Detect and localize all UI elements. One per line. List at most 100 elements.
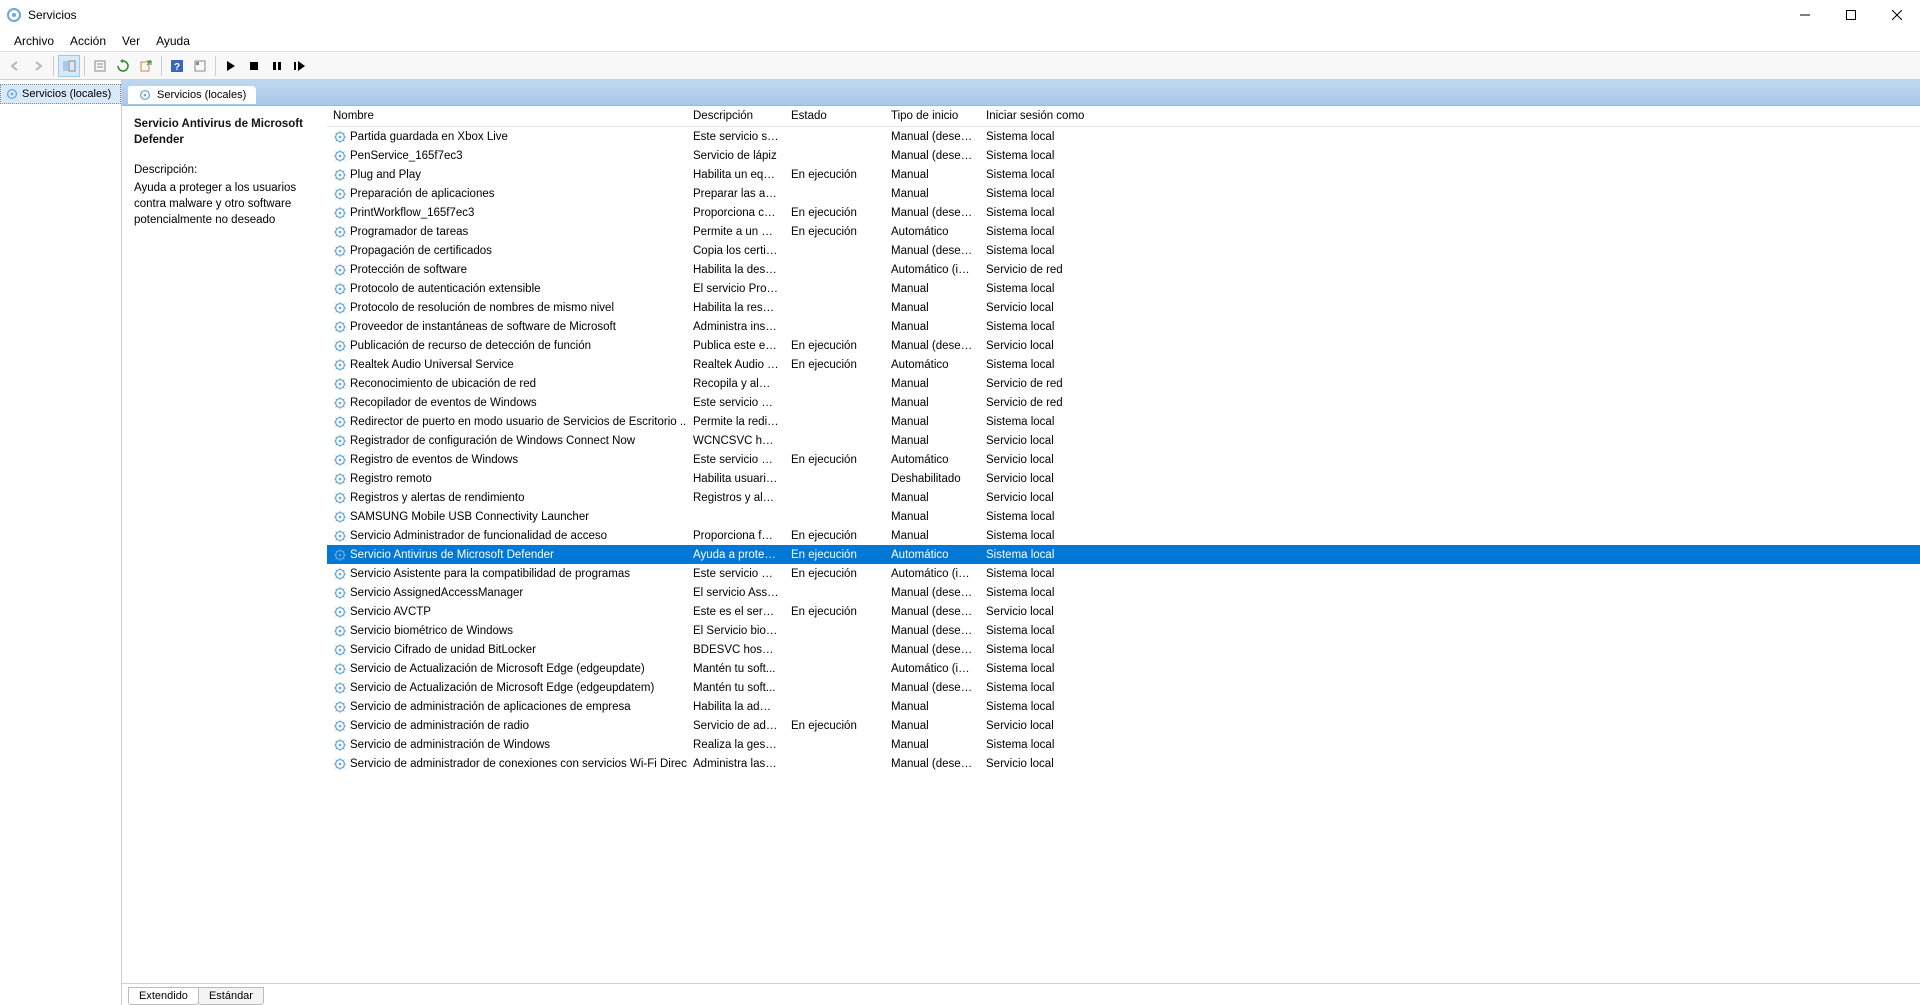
properties-button[interactable] xyxy=(89,55,111,77)
table-row[interactable]: Servicio AVCTPEste es el servici...En ej… xyxy=(327,602,1920,621)
cell-estado xyxy=(785,589,885,597)
table-row[interactable]: Servicio Asistente para la compatibilida… xyxy=(327,564,1920,583)
tree-root-node[interactable]: Servicios (locales) xyxy=(0,84,121,104)
table-row[interactable]: Servicio Cifrado de unidad BitLockerBDES… xyxy=(327,640,1920,659)
cell-estado xyxy=(785,152,885,160)
pause-button[interactable] xyxy=(266,55,288,77)
help-button[interactable]: ? xyxy=(166,55,188,77)
start-button[interactable] xyxy=(220,55,242,77)
cell-sesion: Sistema local xyxy=(980,640,1100,660)
export-button[interactable] xyxy=(135,55,157,77)
cell-sesion: Sistema local xyxy=(980,203,1100,223)
service-icon xyxy=(333,719,347,733)
column-nombre[interactable]: Nombre xyxy=(327,106,687,126)
service-icon xyxy=(333,681,347,695)
cell-nombre: Registro remoto xyxy=(350,473,432,485)
show-hide-tree-button[interactable] xyxy=(58,55,80,77)
table-row[interactable]: Registro de eventos de WindowsEste servi… xyxy=(327,450,1920,469)
menubar: Archivo Acción Ver Ayuda xyxy=(0,30,1920,52)
table-row[interactable]: Protocolo de resolución de nombres de mi… xyxy=(327,298,1920,317)
menu-archivo[interactable]: Archivo xyxy=(6,32,62,50)
column-estado[interactable]: Estado xyxy=(785,106,885,126)
menu-ayuda[interactable]: Ayuda xyxy=(148,32,198,50)
cell-nombre: Servicio de administración de aplicacion… xyxy=(350,701,631,713)
cell-nombre: Servicio de Actualización de Microsoft E… xyxy=(350,663,645,675)
view-button[interactable] xyxy=(189,55,211,77)
cell-descripcion: Servicio de lápiz xyxy=(687,146,785,166)
window-title: Servicios xyxy=(28,8,77,22)
tab-extendido[interactable]: Extendido xyxy=(128,987,199,1005)
cell-descripcion: El servicio Assig... xyxy=(687,583,785,603)
table-row[interactable]: Servicio AssignedAccessManagerEl servici… xyxy=(327,583,1920,602)
table-row[interactable]: Preparación de aplicacionesPreparar las … xyxy=(327,184,1920,203)
cell-nombre: Recopilador de eventos de Windows xyxy=(350,397,537,409)
detail-desc-text: Ayuda a proteger a los usuarios contra m… xyxy=(134,180,315,228)
cell-descripcion: Publica este equ... xyxy=(687,336,785,356)
table-row[interactable]: PrintWorkflow_165f7ec3Proporciona co...E… xyxy=(327,203,1920,222)
cell-tipo: Manual (desen... xyxy=(885,127,980,147)
menu-ver[interactable]: Ver xyxy=(114,32,148,50)
table-row[interactable]: Servicio Administrador de funcionalidad … xyxy=(327,526,1920,545)
table-row[interactable]: Servicio de Actualización de Microsoft E… xyxy=(327,678,1920,697)
cell-tipo: Manual xyxy=(885,716,980,736)
restart-button[interactable] xyxy=(289,55,311,77)
cell-descripcion: El Servicio biom... xyxy=(687,621,785,641)
cell-sesion: Servicio local xyxy=(980,298,1100,318)
cell-descripcion: Realiza la gestió... xyxy=(687,735,785,755)
table-row[interactable]: Protección de softwareHabilita la desca.… xyxy=(327,260,1920,279)
table-row[interactable]: Servicio de administración de radioServi… xyxy=(327,716,1920,735)
table-row[interactable]: Registros y alertas de rendimientoRegist… xyxy=(327,488,1920,507)
table-row[interactable]: PenService_165f7ec3Servicio de lápizManu… xyxy=(327,146,1920,165)
list-pane[interactable]: Nombre Descripción Estado Tipo de inicio… xyxy=(327,106,1920,983)
table-row[interactable]: Servicio biométrico de Windows El Servici… xyxy=(327,621,1920,640)
cell-nombre: Preparación de aplicaciones xyxy=(350,188,494,200)
service-icon xyxy=(333,320,347,334)
cell-sesion: Sistema local xyxy=(980,507,1100,527)
table-row[interactable]: Realtek Audio Universal ServiceRealtek A… xyxy=(327,355,1920,374)
table-row[interactable]: Protocolo de autenticación extensibleEl … xyxy=(327,279,1920,298)
menu-accion[interactable]: Acción xyxy=(62,32,114,50)
table-row[interactable]: Partida guardada en Xbox LiveEste servic… xyxy=(327,127,1920,146)
cell-nombre: Proveedor de instantáneas de software de… xyxy=(350,321,616,333)
table-row[interactable]: Proveedor de instantáneas de software de… xyxy=(327,317,1920,336)
toolbar: ? xyxy=(0,52,1920,80)
table-row[interactable]: Plug and PlayHabilita un equi...En ejecu… xyxy=(327,165,1920,184)
service-icon xyxy=(333,662,347,676)
minimize-button[interactable] xyxy=(1782,0,1828,30)
stop-button[interactable] xyxy=(243,55,265,77)
table-row[interactable]: Publicación de recurso de detección de f… xyxy=(327,336,1920,355)
column-sesion[interactable]: Iniciar sesión como xyxy=(980,106,1100,126)
maximize-button[interactable] xyxy=(1828,0,1874,30)
table-row[interactable]: Servicio de administración de aplicacion… xyxy=(327,697,1920,716)
cell-descripcion: Proporciona co... xyxy=(687,203,785,223)
cell-estado xyxy=(785,399,885,407)
table-row[interactable]: Redirector de puerto en modo usuario de … xyxy=(327,412,1920,431)
table-row[interactable]: Programador de tareasPermite a un us...E… xyxy=(327,222,1920,241)
cell-estado xyxy=(785,437,885,445)
cell-estado: En ejecución xyxy=(785,203,885,223)
cell-nombre: Protocolo de resolución de nombres de mi… xyxy=(350,302,614,314)
cell-descripcion: Servicio de adm... xyxy=(687,716,785,736)
cell-nombre: Servicio biométrico de Windows xyxy=(350,625,513,637)
table-row[interactable]: Servicio de Actualización de Microsoft E… xyxy=(327,659,1920,678)
column-tipo[interactable]: Tipo de inicio xyxy=(885,106,980,126)
table-row[interactable]: Recopilador de eventos de WindowsEste se… xyxy=(327,393,1920,412)
cell-tipo: Manual xyxy=(885,735,980,755)
column-descripcion[interactable]: Descripción xyxy=(687,106,785,126)
table-row[interactable]: Servicio de administrador de conexiones … xyxy=(327,754,1920,773)
cell-sesion: Servicio local xyxy=(980,469,1100,489)
table-row[interactable]: Registro remotoHabilita usuario...Deshab… xyxy=(327,469,1920,488)
close-button[interactable] xyxy=(1874,0,1920,30)
cell-sesion: Servicio local xyxy=(980,431,1100,451)
cell-estado xyxy=(785,304,885,312)
table-row[interactable]: Registrador de configuración de Windows … xyxy=(327,431,1920,450)
table-row[interactable]: SAMSUNG Mobile USB Connectivity Launcher… xyxy=(327,507,1920,526)
cell-sesion: Sistema local xyxy=(980,621,1100,641)
table-row[interactable]: Reconocimiento de ubicación de redRecopi… xyxy=(327,374,1920,393)
table-row[interactable]: Servicio de administración de WindowsRea… xyxy=(327,735,1920,754)
refresh-button[interactable] xyxy=(112,55,134,77)
table-row[interactable]: Propagación de certificadosCopia los cer… xyxy=(327,241,1920,260)
table-row[interactable]: Servicio Antivirus de Microsoft Defender… xyxy=(327,545,1920,564)
cell-nombre: Servicio Cifrado de unidad BitLocker xyxy=(350,644,536,656)
tab-estandar[interactable]: Estándar xyxy=(198,987,264,1005)
